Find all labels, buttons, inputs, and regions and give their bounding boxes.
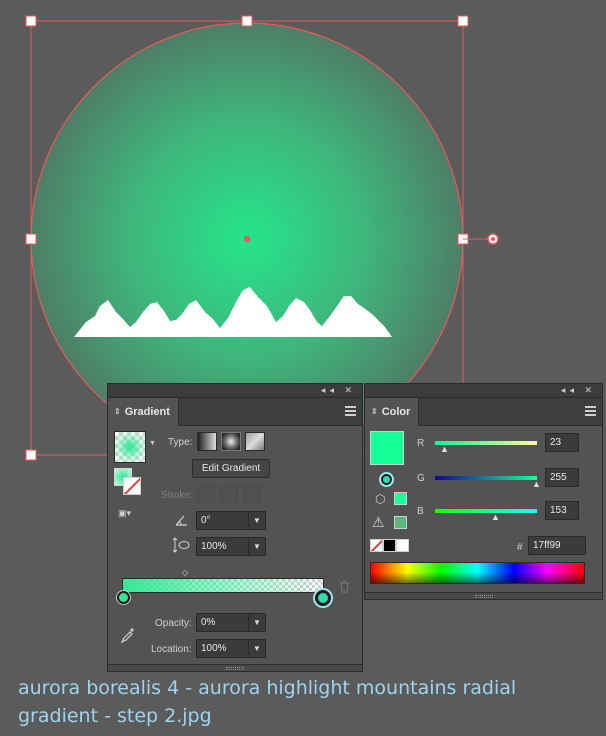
g-label: G <box>417 473 425 484</box>
freeform-gradient-button[interactable] <box>245 432 265 451</box>
g-value: 255 <box>550 472 567 483</box>
image-caption: aurora borealis 4 - aurora highlight mou… <box>18 677 517 727</box>
location-value: 100% <box>201 643 227 654</box>
web-safe-swatch[interactable] <box>394 492 407 505</box>
linear-gradient-button[interactable] <box>197 432 217 451</box>
gradient-slider[interactable] <box>122 578 324 593</box>
hex-label: # <box>517 542 523 553</box>
b-value: 153 <box>550 505 567 516</box>
stroke-within-button[interactable] <box>197 486 215 503</box>
gradient-stop-end[interactable] <box>315 590 331 606</box>
eyedropper-icon[interactable] <box>120 626 136 644</box>
b-slider-thumb[interactable]: ▲ <box>491 512 500 522</box>
angle-value: 0° <box>201 515 211 526</box>
midpoint-diamond-icon[interactable]: ◇ <box>182 568 188 577</box>
collapse-close-controls[interactable]: ◂◂ ✕ <box>321 385 356 396</box>
stroke-swatch[interactable] <box>123 477 141 495</box>
gradient-preview-swatch[interactable] <box>114 431 146 463</box>
type-label: Type: <box>168 437 193 448</box>
chevron-down-icon[interactable]: ▼ <box>248 640 265 657</box>
black-swatch[interactable] <box>383 539 396 552</box>
color-panel-topbar[interactable]: ◂◂ ✕ <box>365 384 602 398</box>
preview-dropdown-icon[interactable]: ▼ <box>149 440 156 447</box>
none-swatch[interactable] <box>370 539 383 552</box>
color-spectrum[interactable] <box>370 562 585 584</box>
location-field[interactable]: 100% ▼ <box>196 639 266 658</box>
chevron-down-icon[interactable]: ▼ <box>248 512 265 529</box>
b-slider-track[interactable] <box>435 509 537 513</box>
color-panel-tabrow: ⇕ Color <box>365 398 602 426</box>
tab-gradient[interactable]: ⇕ Gradient <box>108 398 179 426</box>
cube-icon[interactable]: ⬡ <box>375 492 385 506</box>
collapse-close-controls[interactable]: ◂◂ ✕ <box>561 385 596 396</box>
r-slider-thumb[interactable]: ▲ <box>440 444 449 454</box>
gradient-panel-tabrow: ⇕ Gradient <box>108 398 362 426</box>
tab-arrows-icon: ⇕ <box>114 407 121 416</box>
opacity-label: Opacity: <box>155 618 192 629</box>
b-label: B <box>417 506 424 517</box>
aspect-ratio-field[interactable]: 100% ▼ <box>196 537 266 556</box>
aspect-ratio-icon <box>172 537 190 553</box>
cmyk-safe-swatch[interactable] <box>394 516 407 529</box>
tab-color[interactable]: ⇕ Color <box>365 398 420 426</box>
radial-gradient-button[interactable] <box>221 432 241 451</box>
edit-gradient-button[interactable]: Edit Gradient <box>192 459 270 478</box>
b-field[interactable]: 153 <box>545 501 579 520</box>
r-slider-track[interactable] <box>435 441 537 445</box>
gradient-stop-start[interactable] <box>117 591 130 604</box>
tab-arrows-icon: ⇕ <box>371 407 378 416</box>
location-label: Location: <box>151 644 192 655</box>
panel-menu-icon[interactable] <box>345 406 356 416</box>
g-slider-thumb[interactable]: ▲ <box>532 479 541 489</box>
tab-gradient-label: Gradient <box>124 406 170 418</box>
hex-field[interactable]: 17ff99 <box>528 536 586 555</box>
white-swatch[interactable] <box>396 539 409 552</box>
gradient-panel: ◂◂ ✕ ⇕ Gradient ▼ ▣▾ Type: Edit Gradient… <box>107 383 363 672</box>
color-panel: ◂◂ ✕ ⇕ Color ⬡ ⚠ R ▲ 23 G ▲ 255 B ▲ 153 … <box>364 383 603 600</box>
gradient-origin-point[interactable] <box>243 235 251 243</box>
hex-value: 17ff99 <box>533 540 561 551</box>
delete-stop-icon[interactable] <box>339 580 350 593</box>
r-value: 23 <box>550 437 562 448</box>
opacity-field[interactable]: 0% ▼ <box>196 613 266 632</box>
tab-color-label: Color <box>381 406 411 418</box>
g-field[interactable]: 255 <box>545 468 579 487</box>
fill-color-swatch[interactable] <box>370 431 404 465</box>
chevron-down-icon[interactable]: ▼ <box>248 538 265 555</box>
swap-fill-stroke-icon[interactable]: ▣▾ <box>118 508 131 519</box>
warning-icon[interactable]: ⚠ <box>372 514 385 531</box>
panel-resize-handle[interactable] <box>365 592 602 599</box>
angle-icon <box>175 515 187 526</box>
r-field[interactable]: 23 <box>545 433 579 452</box>
stroke-label: Stroke: <box>161 490 193 501</box>
angle-field[interactable]: 0° ▼ <box>196 511 266 530</box>
stroke-indicator-icon[interactable] <box>379 472 394 487</box>
gradient-panel-topbar[interactable]: ◂◂ ✕ <box>108 384 362 398</box>
opacity-value: 0% <box>201 617 216 628</box>
chevron-down-icon[interactable]: ▼ <box>248 614 265 631</box>
stroke-across-button[interactable] <box>243 486 261 503</box>
stroke-along-button[interactable] <box>220 486 238 503</box>
r-label: R <box>417 438 425 449</box>
g-slider-track[interactable] <box>435 476 537 480</box>
aspect-ratio-value: 100% <box>201 541 227 552</box>
panel-resize-handle[interactable] <box>108 664 362 671</box>
panel-menu-icon[interactable] <box>585 406 596 416</box>
